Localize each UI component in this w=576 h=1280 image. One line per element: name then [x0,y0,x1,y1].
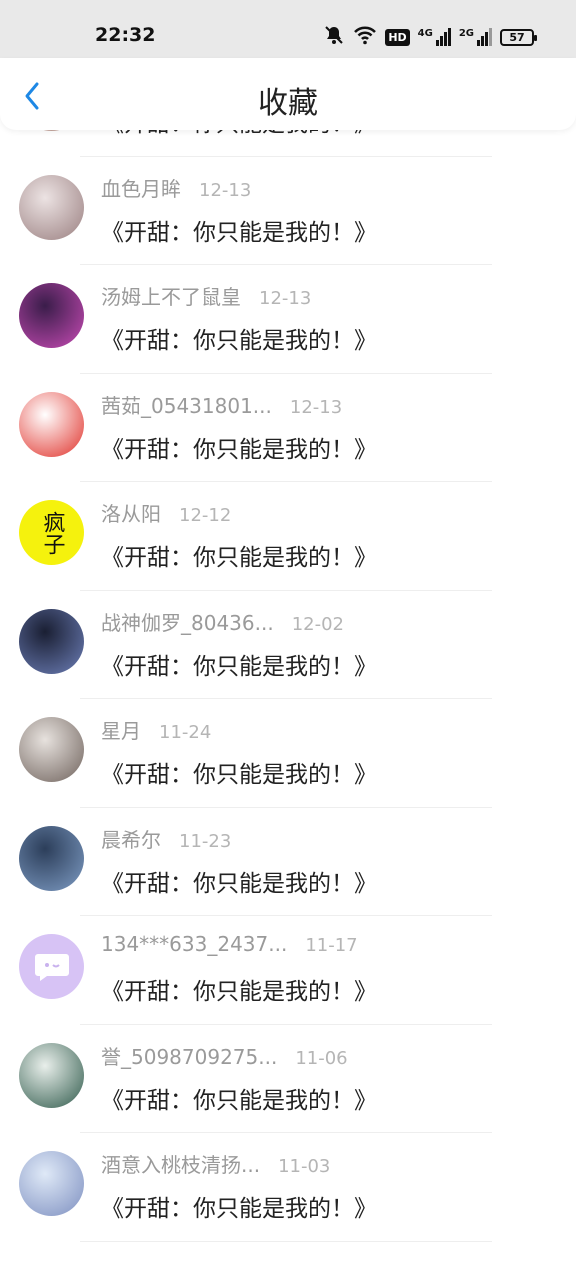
user-name[interactable]: 洛从阳 [101,498,161,527]
item-date: 12-12 [179,505,232,526]
list-item[interactable]: 战神伽罗_80436... 12-02 《开甜：你只能是我的！》 [0,591,576,699]
divider [80,1240,492,1242]
battery-icon: 57 [500,28,537,46]
list-item[interactable]: 誉_5098709275... 11-06 《开甜：你只能是我的！》 [0,1025,576,1133]
item-title[interactable]: 《开甜：你只能是我的！》 [101,972,377,1006]
list-item[interactable]: 疯子 洛从阳 12-12 《开甜：你只能是我的！》 [0,482,576,591]
avatar[interactable] [19,717,84,782]
hd-icon: HD [385,28,410,46]
item-meta: 星月 11-24 [101,715,211,744]
item-meta: 洛从阳 12-12 [101,498,231,527]
item-title[interactable]: 《开甜：你只能是我的！》 [101,430,377,464]
user-name[interactable]: 誉_5098709275... [101,1041,277,1070]
item-title[interactable]: 《开甜：你只能是我的！》 [101,755,377,789]
status-time: 22:32 [95,24,156,46]
avatar[interactable] [19,825,84,891]
avatar[interactable] [19,1151,84,1216]
user-name[interactable]: 星月 [101,715,141,744]
list-item[interactable]: 汤姆上不了鼠皇 12-13 《开甜：你只能是我的！》 [0,265,576,374]
item-meta: 战神伽罗_80436... 12-02 [101,607,344,636]
avatar[interactable]: 疯子 [19,500,84,565]
item-date: 12-13 [259,288,312,309]
avatar[interactable] [19,1042,84,1108]
item-meta: 誉_5098709275... 11-06 [101,1041,348,1070]
mute-icon [323,25,345,49]
avatar[interactable] [19,283,84,348]
user-name[interactable]: 酒意入桃枝清扬... [101,1149,260,1178]
item-date: 12-13 [289,396,343,418]
user-name[interactable]: 茜茹_05431801... [101,390,272,419]
item-date: 11-06 [295,1047,348,1069]
user-name[interactable]: 战神伽罗_80436... [101,607,274,636]
item-title[interactable]: 《开甜：你只能是我的！》 [101,538,377,572]
avatar[interactable] [19,174,84,240]
signal-2g-icon: 2G [459,28,492,46]
item-date: 11-17 [305,935,358,956]
user-name[interactable]: 汤姆上不了鼠皇 [101,281,241,310]
avatar-text: 疯子 [39,510,65,555]
item-title[interactable]: 《开甜：你只能是我的！》 [101,864,377,898]
list-item[interactable]: 酒意入桃枝清扬... 11-03 《开甜：你只能是我的！》 [0,1133,576,1242]
page-title: 收藏 [258,86,318,121]
list-item[interactable]: 星月 11-24 《开甜：你只能是我的！》 [0,699,576,808]
chat-bubble-icon [34,953,69,981]
item-meta: 茜茹_05431801... 12-13 [101,390,342,419]
item-title[interactable]: 《开甜：你只能是我的！》 [101,1189,377,1223]
item-title[interactable]: 《开甜：你只能是我的！》 [101,321,377,355]
item-date: 11-03 [278,1156,331,1177]
item-date: 12-13 [199,179,252,201]
page-header: 收藏 [0,58,576,130]
item-date: 11-24 [159,722,212,743]
item-meta: 134***633_2437... 11-17 [101,932,358,956]
item-date: 12-02 [291,613,345,635]
user-name[interactable]: 晨希尔 [101,824,161,853]
avatar[interactable] [19,391,84,457]
list-item[interactable]: 血色月眸 12-13 《开甜：你只能是我的！》 [0,157,576,265]
item-title[interactable]: 《开甜：你只能是我的！》 [101,647,377,681]
wifi-icon [353,25,377,49]
user-name[interactable]: 134***633_2437... [101,932,287,956]
status-icons: HD 4G 2G 57 [323,24,537,50]
item-title[interactable]: 《开甜：你只能是我的！》 [101,213,377,247]
list-item[interactable]: 晨希尔 11-23 《开甜：你只能是我的！》 [0,808,576,916]
signal-4g-icon: 4G [418,28,451,46]
item-date: 11-23 [179,830,232,852]
user-name[interactable]: 血色月眸 [101,173,181,202]
item-title[interactable]: 《开甜：你只能是我的！》 [101,1081,377,1115]
list-item[interactable]: 134***633_2437... 11-17 《开甜：你只能是我的！》 [0,916,576,1025]
avatar[interactable] [19,608,84,674]
item-meta: 酒意入桃枝清扬... 11-03 [101,1149,330,1178]
list-item[interactable]: 茜茹_05431801... 12-13 《开甜：你只能是我的！》 [0,374,576,482]
item-meta: 汤姆上不了鼠皇 12-13 [101,281,311,310]
avatar[interactable] [19,934,84,999]
item-meta: 晨希尔 11-23 [101,824,231,853]
item-meta: 血色月眸 12-13 [101,173,251,202]
